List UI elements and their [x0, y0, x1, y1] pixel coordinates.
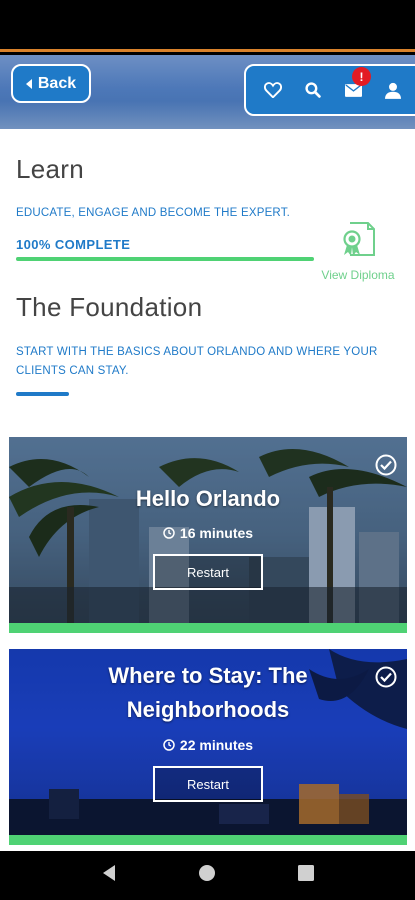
lesson-complete-bar [9, 623, 407, 633]
diploma-label: View Diploma [321, 268, 395, 282]
lesson-duration-text: 16 minutes [179, 525, 254, 541]
section-title: The Foundation [16, 292, 203, 322]
nav-back-icon[interactable] [101, 864, 117, 887]
lesson-duration: 16 minutes [9, 525, 407, 541]
clock-icon [163, 739, 175, 751]
header: Back ! [0, 55, 415, 129]
lesson-card[interactable]: Hello Orlando 16 minutes Restart [9, 437, 407, 633]
header-icon-bar: ! [244, 64, 415, 116]
status-bar [0, 0, 415, 52]
back-button[interactable]: Back [11, 64, 91, 103]
back-label: Back [37, 74, 77, 92]
clock-icon [163, 527, 175, 539]
heart-icon[interactable] [264, 81, 282, 99]
section-accent-bar [16, 392, 69, 396]
nav-home-icon[interactable] [198, 864, 216, 887]
page-title: Learn [16, 154, 84, 184]
lesson-title: Hello Orlando [135, 486, 281, 511]
system-nav-bar [0, 851, 415, 900]
user-icon[interactable] [384, 81, 402, 99]
notification-badge: ! [352, 67, 371, 86]
page-subtitle: EDUCATE, ENGAGE AND BECOME THE EXPERT. [16, 207, 291, 219]
lesson-card[interactable]: Where to Stay: The Neighborhoods 22 minu… [9, 649, 407, 845]
progress-label: 100% COMPLETE [16, 237, 131, 252]
lesson-duration-text: 22 minutes [179, 737, 254, 753]
progress-bar [16, 257, 314, 261]
search-icon[interactable] [304, 81, 322, 99]
restart-button[interactable]: Restart [153, 554, 263, 590]
nav-recents-icon[interactable] [298, 865, 315, 886]
main-content: Learn EDUCATE, ENGAGE AND BECOME THE EXP… [0, 129, 415, 851]
view-diploma-button[interactable]: View Diploma [316, 221, 400, 282]
completed-check-icon [375, 454, 397, 481]
mail-icon[interactable]: ! [344, 67, 371, 99]
lesson-complete-bar [9, 835, 407, 845]
progress-bar-fill [16, 257, 314, 261]
section-subtitle: START WITH THE BASICS ABOUT ORLANDO AND … [16, 346, 378, 377]
diploma-icon [343, 222, 375, 256]
restart-button[interactable]: Restart [153, 766, 263, 802]
lesson-title: Where to Stay: The Neighborhoods [108, 663, 308, 722]
lesson-duration: 22 minutes [9, 737, 407, 753]
back-arrow-icon [25, 78, 32, 89]
